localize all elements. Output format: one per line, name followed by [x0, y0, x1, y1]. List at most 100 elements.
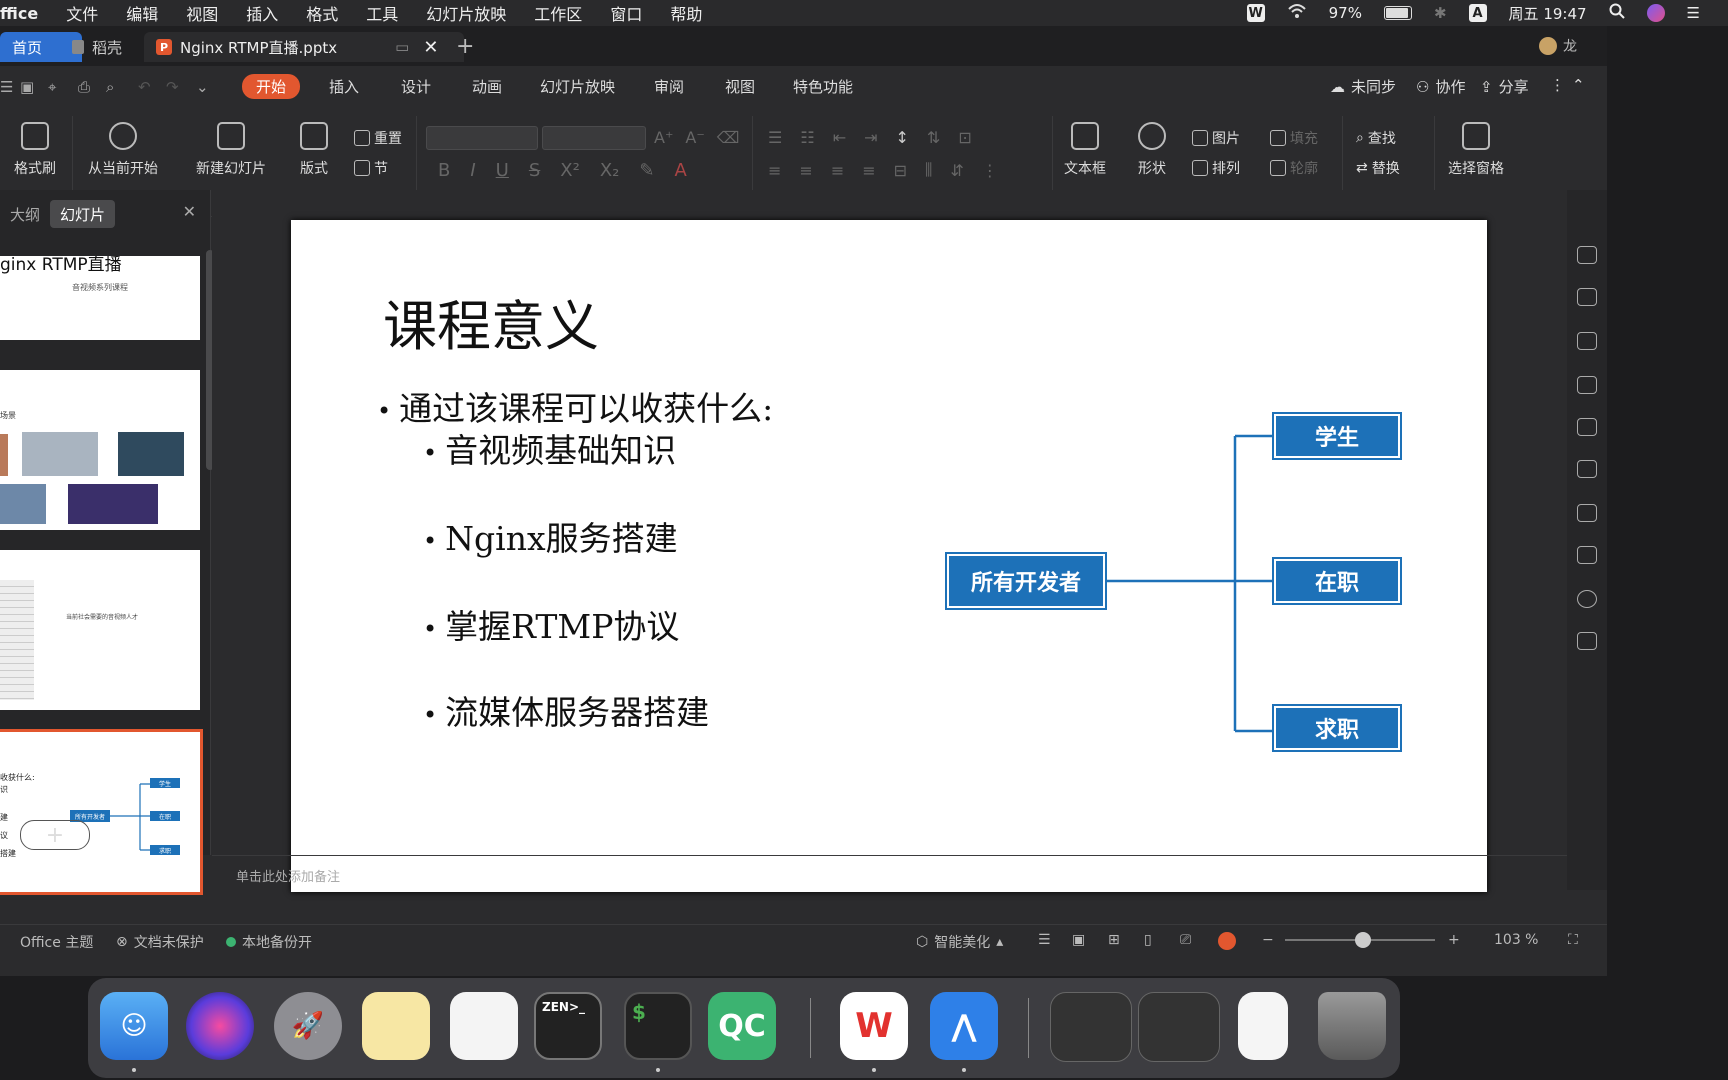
bluetooth-icon[interactable]: ✱	[1434, 4, 1447, 22]
print-preview-icon[interactable]: ⌕	[106, 78, 114, 96]
distribute-icon[interactable]: ⊟	[894, 161, 907, 180]
shape-button[interactable]: 形状	[1138, 122, 1166, 178]
reading-view-icon[interactable]: ▯	[1144, 932, 1152, 948]
align-right-icon[interactable]: ≡	[831, 161, 844, 180]
menu-workspace[interactable]: 工作区	[534, 1, 582, 25]
para-spacing-icon[interactable]: ⇵	[950, 161, 963, 180]
battery-icon[interactable]	[1383, 6, 1412, 20]
para-settings-icon[interactable]: ⋮	[982, 161, 998, 180]
add-slide-button[interactable]: +	[20, 820, 90, 850]
ribbon-tab-design[interactable]: 设计	[401, 76, 431, 97]
tree-node-job-seeking[interactable]: 求职	[1276, 708, 1398, 748]
terminal-icon[interactable]: $	[624, 992, 692, 1060]
backup-status[interactable]: 本地备份开	[226, 932, 312, 952]
tree-node-student[interactable]: 学生	[1276, 416, 1398, 456]
protect-status[interactable]: ⊗ 文档未保护	[116, 932, 204, 952]
zentermlite-icon[interactable]: ZEN>_	[534, 992, 602, 1060]
section-button[interactable]: 节	[354, 158, 388, 178]
close-tab-icon[interactable]: ✕	[423, 37, 438, 58]
align-left-icon[interactable]: ≡	[768, 161, 781, 180]
ribbon-tab-animation[interactable]: 动画	[472, 76, 502, 97]
menu-edit[interactable]: 编辑	[126, 1, 158, 25]
font-color-icon[interactable]: A	[674, 160, 686, 181]
ribbon-tab-home[interactable]: 开始	[242, 74, 301, 99]
clear-format-icon[interactable]: ⌫	[717, 128, 740, 147]
wps-status-icon[interactable]: W	[1246, 4, 1265, 22]
font-grow-icon[interactable]: A⁺	[654, 128, 673, 147]
ribbon-tab-insert[interactable]: 插入	[329, 76, 359, 97]
user-account[interactable]: 龙	[1539, 36, 1577, 56]
replace-button[interactable]: ⇄ 替换	[1356, 158, 1400, 178]
launchpad-icon[interactable]: 🚀	[274, 992, 342, 1060]
new-tab-icon[interactable]: +	[456, 34, 474, 59]
format-painter-button[interactable]: 格式刷	[14, 122, 56, 178]
tab-outline[interactable]: 大纲	[0, 200, 50, 228]
reminders-icon[interactable]	[450, 992, 518, 1060]
menu-view[interactable]: 视图	[186, 1, 218, 25]
layout-button[interactable]: 版式	[300, 122, 328, 178]
slide-thumbnail-4[interactable]: 收获什么: 识 建 议 搭建 所有开发者 学生 在职 求职	[0, 729, 203, 895]
justify-icon[interactable]: ≡	[862, 161, 875, 180]
font-size-select[interactable]	[542, 126, 646, 150]
tree-node-employed[interactable]: 在职	[1276, 561, 1398, 601]
strikethrough-icon[interactable]: S	[529, 160, 540, 181]
subscript-icon[interactable]: X₂	[600, 160, 620, 181]
indent-icon[interactable]: ⇥	[864, 128, 877, 147]
style-icon[interactable]	[1577, 332, 1597, 350]
close-panel-icon[interactable]: ✕	[183, 202, 196, 221]
line-spacing-icon[interactable]: ↕	[896, 128, 909, 147]
reset-button[interactable]: 重置	[354, 128, 402, 148]
new-slide-button[interactable]: 新建幻灯片	[196, 122, 266, 178]
window-thumbnail-1[interactable]	[1050, 992, 1132, 1062]
menu-window[interactable]: 窗口	[610, 1, 642, 25]
input-method-icon[interactable]: A	[1468, 4, 1487, 22]
align-center-icon[interactable]: ≡	[799, 161, 812, 180]
underline-icon[interactable]: U	[496, 160, 509, 181]
more-icon[interactable]: ⋮	[1550, 76, 1565, 94]
collab-button[interactable]: ⚇ 协作	[1416, 76, 1465, 97]
chart-icon[interactable]	[1577, 376, 1597, 394]
template-icon[interactable]	[1577, 246, 1597, 264]
zoom-level[interactable]: 103 %	[1494, 932, 1538, 948]
menu-insert[interactable]: 插入	[246, 1, 278, 25]
normal-view-icon[interactable]: ▣	[1072, 932, 1085, 948]
highlight-icon[interactable]: ✎	[639, 160, 654, 181]
animation-icon[interactable]	[1577, 418, 1597, 436]
star-icon[interactable]	[1577, 504, 1597, 522]
tab-slides[interactable]: 幻灯片	[50, 200, 116, 228]
slide-thumbnail-2[interactable]: 场景	[0, 370, 200, 530]
superscript-icon[interactable]: X²	[560, 160, 580, 181]
collapse-ribbon-icon[interactable]: ⌃	[1572, 76, 1585, 94]
share-button[interactable]: ⇪ 分享	[1480, 76, 1529, 97]
find-button[interactable]: ⌕ 查找	[1356, 128, 1396, 148]
clock[interactable]: 周五 19:47	[1509, 3, 1587, 24]
tree-node-all-developers[interactable]: 所有开发者	[949, 556, 1103, 606]
slide-thumbnail-3[interactable]: 当前社会需要的音视频人才	[0, 550, 200, 710]
menu-help[interactable]: 帮助	[670, 1, 702, 25]
transition-icon[interactable]	[1577, 460, 1597, 478]
notes-toggle-icon[interactable]: ☰	[1038, 932, 1051, 948]
image-icon[interactable]	[1577, 632, 1597, 650]
smart-beautify-button[interactable]: ⬡ 智能美化 ▴	[916, 932, 1003, 952]
play-slideshow-button[interactable]	[1218, 932, 1236, 950]
wps-office-icon[interactable]: W	[840, 992, 908, 1060]
ribbon-tab-slideshow[interactable]: 幻灯片放映	[540, 76, 615, 97]
fit-window-icon[interactable]: ⛶	[1568, 932, 1578, 948]
window-thumbnail-2[interactable]	[1138, 992, 1220, 1062]
monitor-icon[interactable]: ▭	[395, 38, 409, 56]
font-family-select[interactable]	[426, 126, 538, 150]
menu-icon[interactable]: ☰	[0, 78, 13, 96]
ribbon-tab-view[interactable]: 视图	[725, 76, 755, 97]
text-fit-icon[interactable]: ⊡	[958, 128, 971, 147]
outline-button[interactable]: 轮廓	[1270, 158, 1318, 178]
app-menu[interactable]: ffice	[0, 4, 38, 23]
document-thumbnail[interactable]	[1238, 992, 1288, 1060]
shapes-icon[interactable]	[1577, 288, 1597, 306]
sync-status[interactable]: ☁ 未同步	[1330, 76, 1396, 97]
number-list-icon[interactable]: ☷	[800, 128, 814, 147]
textbox-button[interactable]: 文本框	[1064, 122, 1106, 178]
finder-icon[interactable]: ☺	[100, 992, 168, 1060]
bullet-list-icon[interactable]: ☰	[768, 128, 782, 147]
selection-pane-button[interactable]: 选择窗格	[1448, 122, 1504, 178]
italic-icon[interactable]: I	[470, 160, 475, 181]
